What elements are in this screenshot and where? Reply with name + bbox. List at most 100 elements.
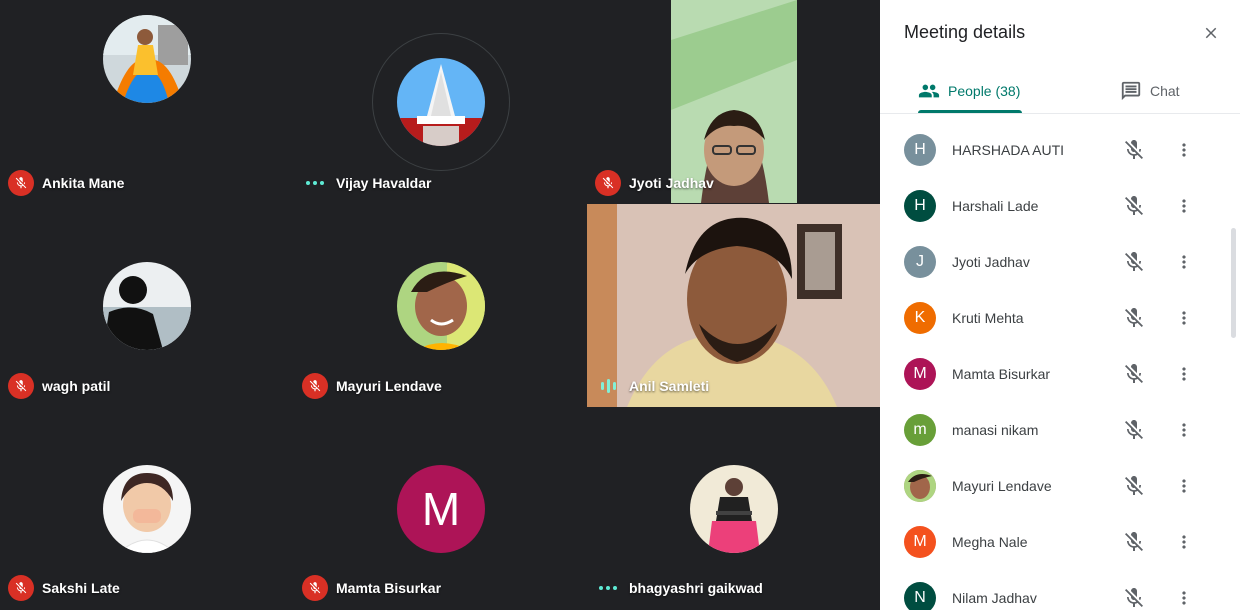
meeting-details-panel: Meeting details People (38) Chat H HARSHA… [880,0,1240,610]
person-name: HARSHADA AUTI [952,142,1065,158]
avatar [103,15,191,103]
participant-tile[interactable]: Mayuri Lendave [294,204,587,407]
participant-name: Vijay Havaldar [336,175,432,191]
person-name: Mamta Bisurkar [952,366,1051,382]
mic-off-icon [302,373,328,399]
avatar [690,465,778,553]
mic-off-icon[interactable] [1122,138,1146,162]
tile-name-label: Mayuri Lendave [302,373,442,399]
avatar: M [904,526,936,558]
participant-tile[interactable]: bhagyashri gaikwad [587,407,880,610]
mic-off-icon [8,373,34,399]
participant-name: Ankita Mane [42,175,125,191]
participant-tile[interactable]: Sakshi Late [0,407,293,610]
more-options-icon[interactable] [1172,250,1196,274]
tab-people[interactable]: People (38) [918,68,1020,114]
close-icon[interactable] [1198,20,1224,46]
participant-name: bhagyashri gaikwad [629,580,763,596]
participant-name: wagh patil [42,378,111,394]
panel-tabs: People (38) Chat [880,68,1240,114]
participant-tile[interactable]: wagh patil [0,204,293,407]
mic-off-icon [595,170,621,196]
avatar: H [904,190,936,222]
participant-name: Anil Samleti [629,378,710,394]
tile-name-label: Vijay Havaldar [302,170,431,196]
people-list-item[interactable]: K Kruti Mehta [880,290,1232,346]
participant-name: Jyoti Jadhav [629,175,714,191]
mic-off-icon[interactable] [1122,362,1146,386]
mic-off-icon[interactable] [1122,306,1146,330]
mic-off-icon [302,575,328,601]
tile-name-label: Mamta Bisurkar [302,575,441,601]
people-list-item[interactable]: J Jyoti Jadhav [880,234,1232,290]
person-name: Megha Nale [952,534,1028,550]
tile-name-label: Anil Samleti [595,373,709,399]
participant-tile[interactable]: Jyoti Jadhav [587,0,880,203]
more-options-icon[interactable] [1172,474,1196,498]
participant-tile[interactable]: M Mamta Bisurkar [294,407,587,610]
speaking-indicator-icon [595,575,621,601]
scrollbar[interactable] [1231,228,1236,338]
people-list-item[interactable]: Mayuri Lendave [880,458,1232,514]
participant-name: Mamta Bisurkar [336,580,442,596]
participant-grid: Ankita Mane Vijay Havaldar Jyoti Jadhav … [0,0,880,610]
mic-off-icon[interactable] [1122,586,1146,610]
person-name: Nilam Jadhav [952,590,1037,606]
tile-name-label: Jyoti Jadhav [595,170,714,196]
more-options-icon[interactable] [1172,362,1196,386]
avatar: m [904,414,936,446]
tile-name-label: Sakshi Late [8,575,120,601]
person-name: Harshali Lade [952,198,1039,214]
people-list-item[interactable]: m manasi nikam [880,402,1232,458]
tile-name-label: wagh patil [8,373,110,399]
more-options-icon[interactable] [1172,586,1196,610]
avatar [103,262,191,350]
person-name: Jyoti Jadhav [952,254,1030,270]
avatar: M [904,358,936,390]
person-name: Kruti Mehta [952,310,1024,326]
mic-off-icon[interactable] [1122,474,1146,498]
person-name: Mayuri Lendave [952,478,1052,494]
mic-off-icon[interactable] [1122,418,1146,442]
people-list-item[interactable]: H HARSHADA AUTI [880,122,1232,178]
tile-name-label: bhagyashri gaikwad [595,575,763,601]
audio-level-icon [595,373,621,399]
avatar [904,470,936,502]
people-list-item[interactable]: H Harshali Lade [880,178,1232,234]
more-options-icon[interactable] [1172,418,1196,442]
avatar: J [904,246,936,278]
tile-name-label: Ankita Mane [8,170,124,196]
avatar: N [904,582,936,610]
more-options-icon[interactable] [1172,306,1196,330]
more-options-icon[interactable] [1172,138,1196,162]
participant-tile[interactable]: Ankita Mane [0,0,293,203]
speaking-indicator-icon [302,170,328,196]
avatar: M [397,465,485,553]
people-icon [918,84,940,98]
meet-window: Ankita Mane Vijay Havaldar Jyoti Jadhav … [0,0,1240,610]
tab-people-label: People (38) [948,83,1021,99]
participant-tile[interactable]: Vijay Havaldar [294,0,587,203]
more-options-icon[interactable] [1172,530,1196,554]
participant-name: Mayuri Lendave [336,378,442,394]
panel-title: Meeting details [904,22,1026,42]
people-list-item[interactable]: N Nilam Jadhav [880,570,1232,610]
participant-tile[interactable]: Anil Samleti [587,204,880,407]
avatar: K [904,302,936,334]
avatar [103,465,191,553]
mic-off-icon[interactable] [1122,530,1146,554]
people-list-item[interactable]: M Mamta Bisurkar [880,346,1232,402]
avatar [397,58,485,146]
person-name: manasi nikam [952,422,1039,438]
tab-chat-label: Chat [1150,83,1180,99]
tab-chat[interactable]: Chat [1120,68,1180,114]
mic-off-icon[interactable] [1122,194,1146,218]
mic-off-icon[interactable] [1122,250,1146,274]
more-options-icon[interactable] [1172,194,1196,218]
participant-name: Sakshi Late [42,580,120,596]
mic-off-icon [8,575,34,601]
avatar: H [904,134,936,166]
people-list-item[interactable]: M Megha Nale [880,514,1232,570]
avatar [397,262,485,350]
mic-off-icon [8,170,34,196]
